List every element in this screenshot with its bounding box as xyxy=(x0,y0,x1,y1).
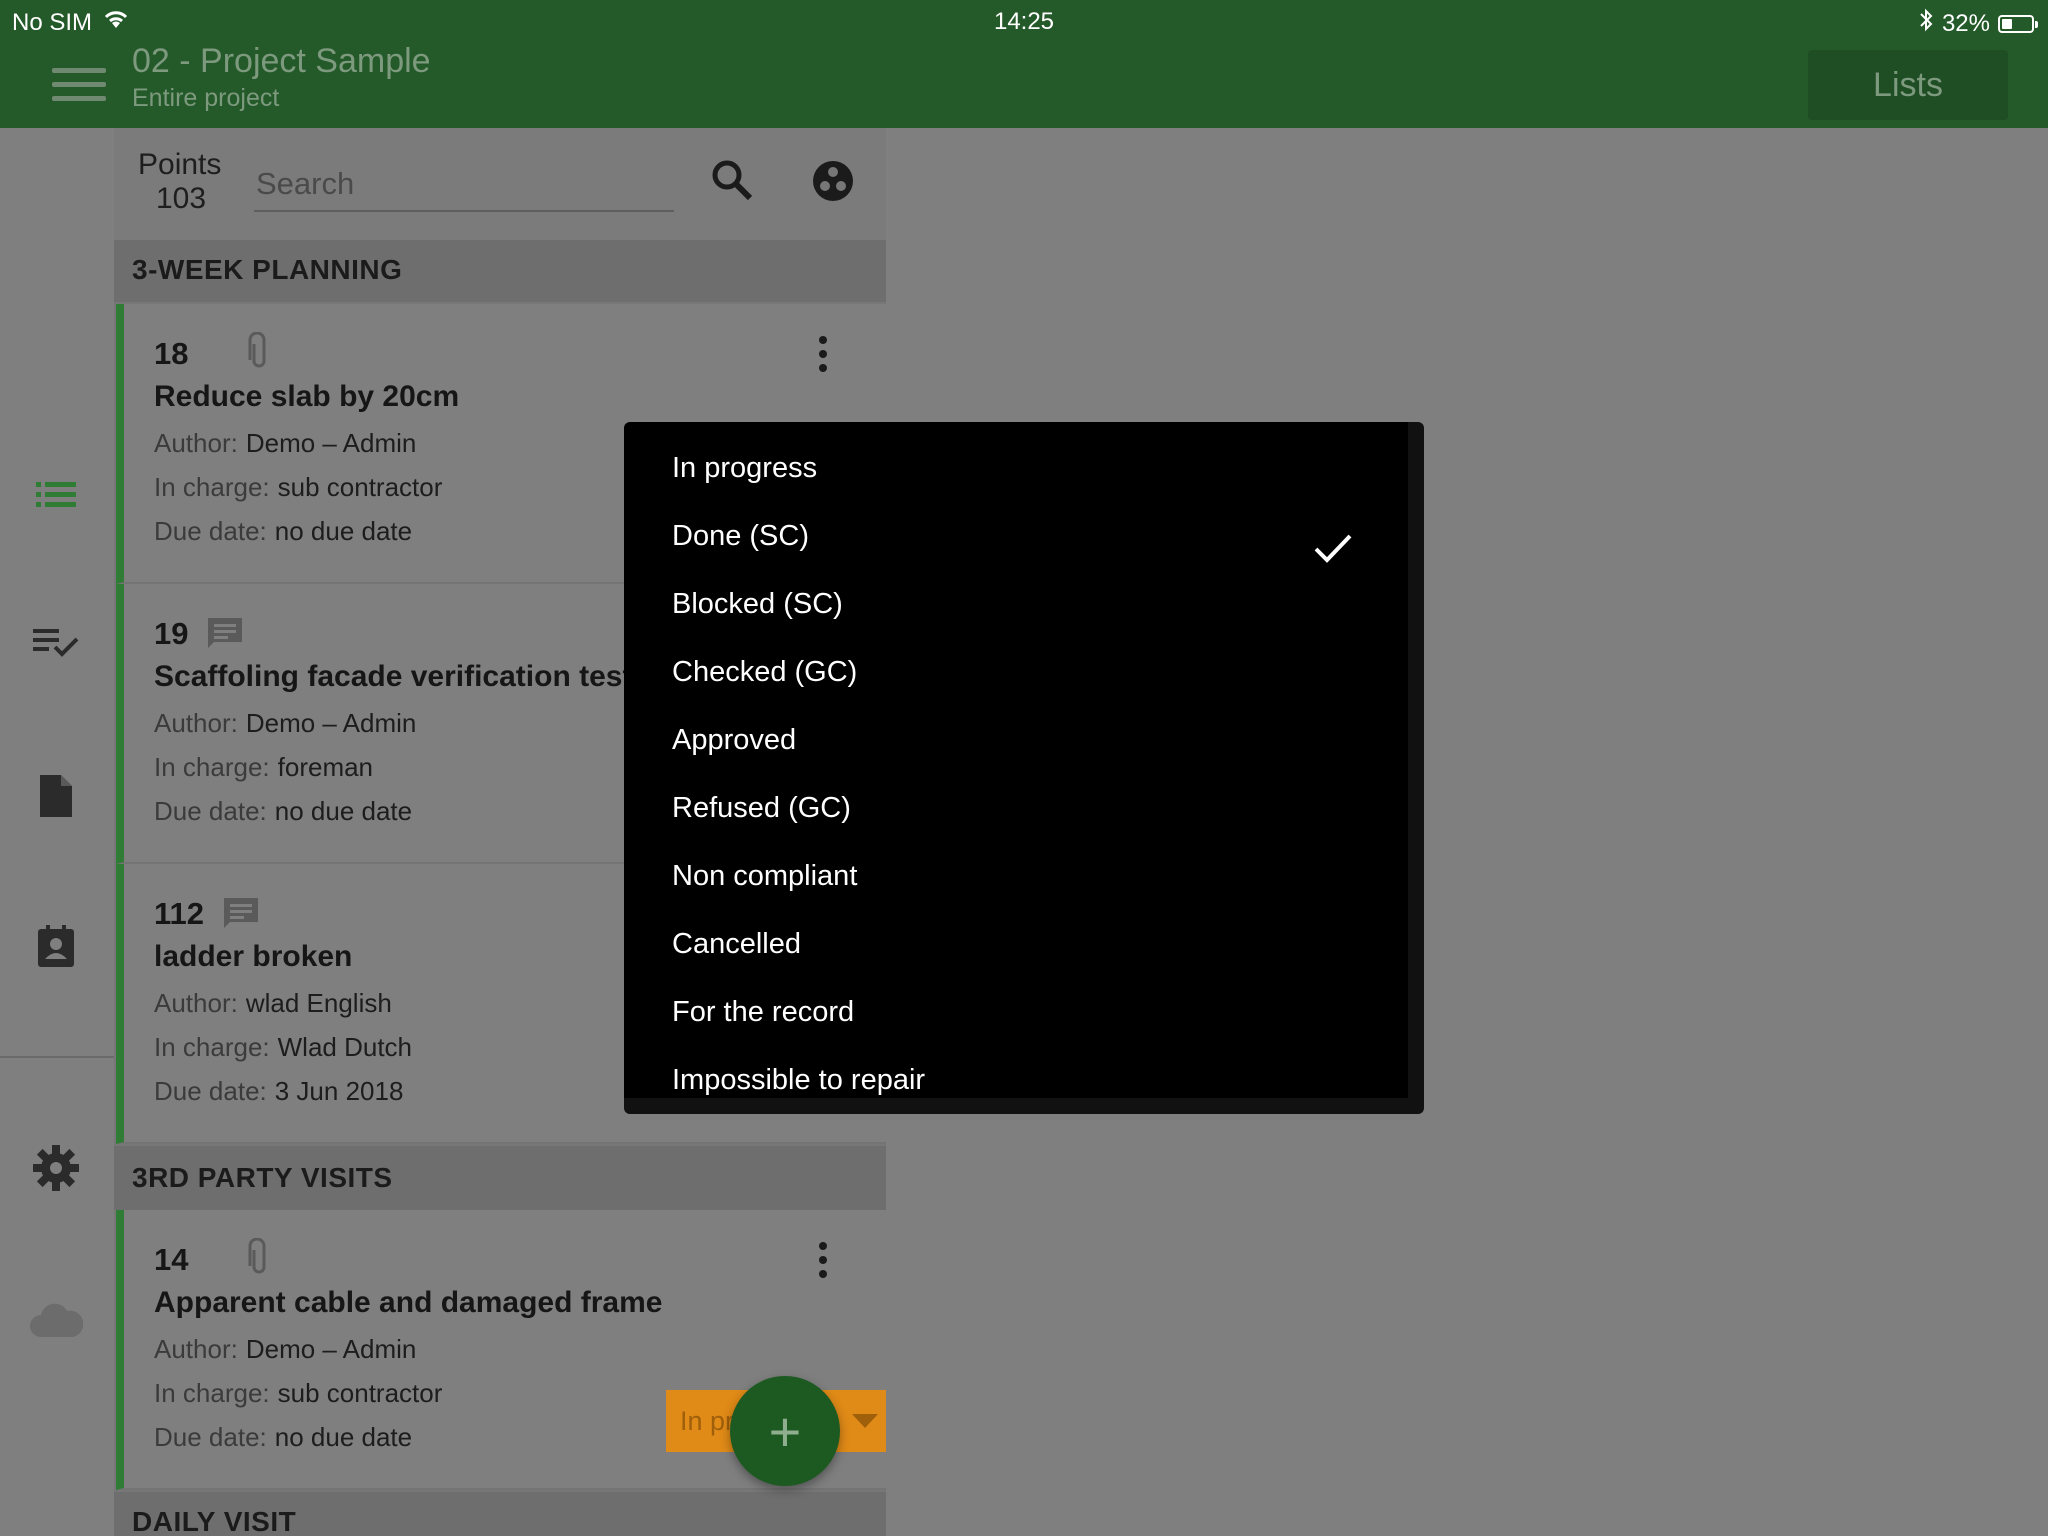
due-date-label: Due date: xyxy=(154,1422,267,1452)
due-date-label: Due date: xyxy=(154,1076,267,1106)
clock: 14:25 xyxy=(993,8,1055,35)
comment-icon xyxy=(208,618,242,653)
status-option-impossible-to-repair[interactable]: Impossible to repair xyxy=(672,1046,1372,1098)
chevron-down-icon xyxy=(852,1414,878,1428)
in-charge-value: Wlad Dutch xyxy=(277,1032,413,1062)
section-title: 3RD PARTY VISITS xyxy=(132,1162,393,1193)
side-rail xyxy=(0,128,114,1536)
status-option-non-compliant[interactable]: Non compliant xyxy=(672,842,1372,910)
author-row: Author: wlad English xyxy=(154,988,392,1019)
point-number: 112 xyxy=(154,896,205,931)
battery-icon xyxy=(1998,14,2038,33)
status-chip-label: In pr xyxy=(680,1405,735,1436)
author-value: Demo – Admin xyxy=(245,708,417,738)
point-title: Scaffoling facade verification test xyxy=(154,660,633,693)
author-row: Author: Demo – Admin xyxy=(154,708,416,739)
in-charge-label: In charge: xyxy=(154,472,270,502)
document-icon[interactable] xyxy=(28,768,84,824)
author-label: Author: xyxy=(154,428,238,458)
author-value: Demo – Admin xyxy=(245,1334,417,1364)
section-title: DAILY VISIT xyxy=(132,1506,297,1536)
author-value: Demo – Admin xyxy=(245,428,417,458)
due-date-value: no due date xyxy=(274,1422,413,1452)
project-title: 02 - Project Sample xyxy=(132,42,431,80)
status-option-checked-gc[interactable]: Checked (GC) xyxy=(672,638,1372,706)
group-filter-icon[interactable] xyxy=(812,160,858,206)
in-charge-label: In charge: xyxy=(154,1032,270,1062)
author-label: Author: xyxy=(154,1334,238,1364)
search-input[interactable] xyxy=(254,158,674,212)
due-date-row: Due date: no due date xyxy=(154,796,412,827)
in-charge-value: sub contractor xyxy=(277,472,443,502)
in-charge-value: sub contractor xyxy=(277,1378,443,1408)
status-option-for-the-record[interactable]: For the record xyxy=(672,978,1372,1046)
status-bar: No SIM 14:25 32% xyxy=(0,0,2048,42)
in-charge-row: In charge: foreman xyxy=(154,752,373,783)
point-number: 14 xyxy=(154,1242,189,1277)
more-options-icon[interactable] xyxy=(816,336,830,376)
point-title: ladder broken xyxy=(154,940,353,973)
section-header: 3RD PARTY VISITS xyxy=(114,1146,886,1210)
gear-icon[interactable] xyxy=(28,1140,84,1196)
author-value: wlad English xyxy=(245,988,392,1018)
in-charge-row: In charge: sub contractor xyxy=(154,1378,442,1409)
add-point-button[interactable]: + xyxy=(730,1376,840,1486)
point-title: Reduce slab by 20cm xyxy=(154,380,460,413)
project-scope: Entire project xyxy=(132,84,280,112)
due-date-label: Due date: xyxy=(154,796,267,826)
due-date-label: Due date: xyxy=(154,516,267,546)
in-charge-row: In charge: Wlad Dutch xyxy=(154,1032,412,1063)
contact-book-icon[interactable] xyxy=(28,918,84,974)
checkmark-icon xyxy=(1314,520,1354,563)
rail-divider xyxy=(0,1056,114,1058)
status-option-cancelled[interactable]: Cancelled xyxy=(672,910,1372,978)
list-header: Points 103 xyxy=(114,128,886,240)
points-label: Points xyxy=(138,148,222,181)
cloud-icon[interactable] xyxy=(28,1292,84,1348)
checklist-icon[interactable] xyxy=(28,614,84,670)
point-number: 19 xyxy=(154,616,189,651)
bluetooth-icon xyxy=(1918,8,1934,39)
point-number: 18 xyxy=(154,336,189,371)
due-date-value: no due date xyxy=(274,516,413,546)
more-options-icon[interactable] xyxy=(816,1242,830,1282)
paperclip-icon xyxy=(248,1237,270,1281)
points-count: 103 xyxy=(156,182,207,215)
status-option-approved[interactable]: Approved xyxy=(672,706,1372,774)
hamburger-menu-icon[interactable] xyxy=(52,68,106,104)
due-date-value: no due date xyxy=(274,796,413,826)
comment-icon xyxy=(224,898,258,933)
in-charge-row: In charge: sub contractor xyxy=(154,472,442,503)
section-header: 3-WEEK PLANNING xyxy=(114,240,886,302)
status-option-done-sc[interactable]: Done (SC) xyxy=(672,502,1372,570)
point-title: Apparent cable and damaged frame xyxy=(154,1286,663,1319)
section-title: 3-WEEK PLANNING xyxy=(132,254,403,285)
status-option-refused-gc[interactable]: Refused (GC) xyxy=(672,774,1372,842)
in-charge-value: foreman xyxy=(277,752,374,782)
lists-button[interactable]: Lists xyxy=(1808,50,2008,120)
battery-percent: 32% xyxy=(1941,9,1990,37)
author-row: Author: Demo – Admin xyxy=(154,1334,416,1365)
due-date-value: 3 Jun 2018 xyxy=(274,1076,404,1106)
list-icon[interactable] xyxy=(28,466,84,522)
author-row: Author: Demo – Admin xyxy=(154,428,416,459)
app-bar: 02 - Project Sample Entire project Lists xyxy=(0,42,2048,128)
status-option-label: Done (SC) xyxy=(672,520,809,552)
status-option-blocked-sc[interactable]: Blocked (SC) xyxy=(672,570,1372,638)
due-date-row: Due date: 3 Jun 2018 xyxy=(154,1076,403,1107)
author-label: Author: xyxy=(154,708,238,738)
status-option-in-progress[interactable]: In progress xyxy=(672,434,1372,502)
in-charge-label: In charge: xyxy=(154,1378,270,1408)
due-date-row: Due date: no due date xyxy=(154,1422,412,1453)
search-icon[interactable] xyxy=(710,158,760,208)
paperclip-icon xyxy=(248,331,270,375)
due-date-row: Due date: no due date xyxy=(154,516,412,547)
section-header: DAILY VISIT xyxy=(114,1492,886,1536)
status-dropdown-menu: In progress Done (SC) Blocked (SC) Check… xyxy=(624,422,1424,1114)
author-label: Author: xyxy=(154,988,238,1018)
in-charge-label: In charge: xyxy=(154,752,270,782)
